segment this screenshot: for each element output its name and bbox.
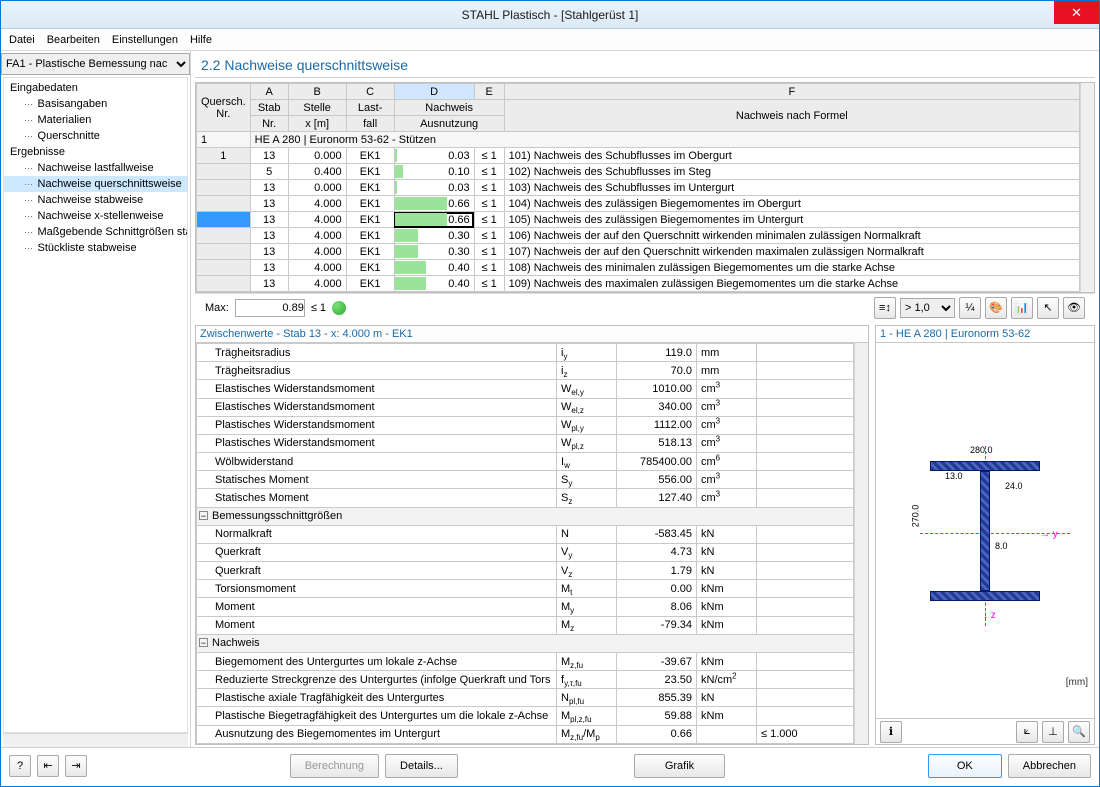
tree-item[interactable]: Stückliste stabweise — [4, 240, 187, 256]
detail-row[interactable]: QuerkraftVy4.73kN — [197, 543, 854, 561]
menu-help[interactable]: Hilfe — [190, 34, 212, 46]
detail-row[interactable]: Ausnutzung des Biegemomentes im Untergur… — [197, 725, 854, 743]
grid-row[interactable]: 1130.000EK10.03≤ 1101) Nachweis des Schu… — [197, 148, 1080, 164]
grid-row[interactable]: 134.000EK10.40≤ 1109) Nachweis des maxim… — [197, 276, 1080, 292]
footer-bar: ? ⇤ ⇥ Berechnung Details... Grafik OK Ab… — [1, 747, 1099, 783]
title-bar: STAHL Plastisch - [Stahlgerüst 1] ✕ — [1, 1, 1099, 29]
detail-row[interactable]: Elastisches WiderstandsmomentWel,z340.00… — [197, 398, 854, 416]
sort-button[interactable]: ≡↕ — [874, 297, 896, 319]
preview-canvas[interactable]: 280.0 270.0 13.0 24.0 8.0 → y ↓ z [mm] — [876, 343, 1094, 718]
info-button[interactable]: ℹ — [880, 721, 902, 743]
detail-row[interactable]: WölbwiderstandIw785400.00cm6 — [197, 453, 854, 471]
detail-panel: Zwischenwerte - Stab 13 - x: 4.000 m - E… — [195, 325, 869, 745]
calc-button[interactable]: Berechnung — [290, 754, 379, 778]
tree-item[interactable]: Materialien — [4, 112, 187, 128]
detail-row[interactable]: Plastische axiale Tragfähigkeit des Unte… — [197, 689, 854, 707]
detail-row[interactable]: Statisches MomentSz127.40cm3 — [197, 489, 854, 507]
grid-row[interactable]: 130.000EK10.03≤ 1103) Nachweis des Schub… — [197, 180, 1080, 196]
filter-select[interactable]: > 1,0 — [900, 298, 955, 318]
ok-button[interactable]: OK — [928, 754, 1002, 778]
detail-row[interactable]: Plastisches WiderstandsmomentWpl,z518.13… — [197, 434, 854, 452]
grid-row[interactable]: 134.000EK10.30≤ 1107) Nachweis der auf d… — [197, 244, 1080, 260]
detail-row[interactable]: MomentMy8.06kNm — [197, 598, 854, 616]
tree-group-input[interactable]: Eingabedaten — [4, 80, 187, 96]
sidebar: FA1 - Plastische Bemessung nac Eingabeda… — [1, 51, 191, 747]
tree-item[interactable]: Querschnitte — [4, 128, 187, 144]
menu-edit[interactable]: Bearbeiten — [47, 34, 100, 46]
tree-item[interactable]: Maßgebende Schnittgrößen sta — [4, 224, 187, 240]
detail-row[interactable]: −Bemessungsschnittgrößen — [197, 507, 854, 525]
sidebar-hscroll[interactable] — [3, 733, 188, 747]
detail-row[interactable]: Elastisches WiderstandsmomentWel,y1010.0… — [197, 380, 854, 398]
tree-item[interactable]: Nachweise x-stellenweise — [4, 208, 187, 224]
results-grid[interactable]: Quersch.Nr. A B C D E F Stab Stelle Last… — [195, 82, 1095, 293]
detail-row[interactable]: Biegemoment des Untergurtes um lokale z-… — [197, 652, 854, 670]
col-quersch: Quersch.Nr. — [197, 84, 251, 132]
preview-title: 1 - HE A 280 | Euronorm 53-62 — [876, 326, 1094, 343]
print-preview-button[interactable]: 🔍 — [1068, 721, 1090, 743]
detail-row[interactable]: Trägheitsradiusiz70.0mm — [197, 362, 854, 380]
h-section-drawing: 280.0 270.0 13.0 24.0 8.0 → y ↓ z — [910, 441, 1060, 621]
grid-row[interactable]: 134.000EK10.30≤ 1106) Nachweis der auf d… — [197, 228, 1080, 244]
detail-title: Zwischenwerte - Stab 13 - x: 4.000 m - E… — [196, 326, 868, 343]
toolbar-pick[interactable]: ↖ — [1037, 297, 1059, 319]
next-button[interactable]: ⇥ — [65, 755, 87, 777]
detail-row[interactable]: QuerkraftVz1.79kN — [197, 562, 854, 580]
max-compare: ≤ 1 — [311, 302, 326, 314]
detail-row[interactable]: TorsionsmomentMt0.00kNm — [197, 580, 854, 598]
nav-tree: Eingabedaten BasisangabenMaterialienQuer… — [3, 77, 188, 733]
prev-button[interactable]: ⇤ — [37, 755, 59, 777]
view3d-button-2[interactable]: ⊥ — [1042, 721, 1064, 743]
detail-vscroll[interactable] — [854, 343, 868, 744]
help-button[interactable]: ? — [9, 755, 31, 777]
tree-group-results[interactable]: Ergebnisse — [4, 144, 187, 160]
unit-label: [mm] — [1066, 677, 1088, 688]
section-preview: 1 - HE A 280 | Euronorm 53-62 280.0 270.… — [875, 325, 1095, 745]
section-title: 2.2 Nachweise querschnittsweise — [195, 53, 1095, 78]
tree-item[interactable]: Nachweise stabweise — [4, 192, 187, 208]
toolbar-export[interactable]: 📊 — [1011, 297, 1033, 319]
menu-settings[interactable]: Einstellungen — [112, 34, 178, 46]
menu-bar: Datei Bearbeiten Einstellungen Hilfe — [1, 29, 1099, 51]
detail-row[interactable]: NormalkraftN-583.45kN — [197, 525, 854, 543]
cancel-button[interactable]: Abbrechen — [1008, 754, 1091, 778]
grid-vscroll[interactable] — [1080, 83, 1094, 292]
tree-item[interactable]: Basisangaben — [4, 96, 187, 112]
view3d-button-1[interactable]: ⟀ — [1016, 721, 1038, 743]
toolbar-view[interactable]: 👁 — [1063, 297, 1085, 319]
grid-row[interactable]: 134.000EK10.66≤ 1104) Nachweis des zuläs… — [197, 196, 1080, 212]
grafik-button[interactable]: Grafik — [634, 754, 725, 778]
detail-row[interactable]: Reduzierte Streckgrenze des Untergurtes … — [197, 671, 854, 689]
detail-row[interactable]: Trägheitsradiusiy119.0mm — [197, 344, 854, 362]
max-value-input[interactable] — [235, 299, 305, 317]
detail-row[interactable]: Plastische Biegetragfähigkeit des Unterg… — [197, 707, 854, 725]
toolbar-btn-1[interactable]: ¼ — [959, 297, 981, 319]
tree-item[interactable]: Nachweise lastfallweise — [4, 160, 187, 176]
axis-y-label: → y — [1040, 529, 1058, 540]
max-label: Max: — [205, 302, 229, 314]
detail-row[interactable]: MomentMz-79.34kNm — [197, 616, 854, 634]
case-select[interactable]: FA1 - Plastische Bemessung nac — [1, 53, 190, 75]
grid-row[interactable]: 134.000EK10.66≤ 1105) Nachweis des zuläs… — [197, 212, 1080, 228]
window-title: STAHL Plastisch - [Stahlgerüst 1] — [462, 8, 639, 22]
max-summary-bar: Max: ≤ 1 ≡↕ > 1,0 ¼ 🎨 📊 ↖ 👁 — [195, 293, 1095, 321]
detail-row[interactable]: −Nachweis — [197, 634, 854, 652]
tree-item[interactable]: Nachweise querschnittsweise — [4, 176, 187, 192]
close-button[interactable]: ✕ — [1054, 1, 1099, 24]
status-ok-icon — [332, 301, 346, 315]
grid-row[interactable]: 134.000EK10.40≤ 1108) Nachweis des minim… — [197, 260, 1080, 276]
axis-z-label: ↓ z — [983, 610, 996, 621]
grid-row[interactable]: 50.400EK10.10≤ 1102) Nachweis des Schubf… — [197, 164, 1080, 180]
toolbar-btn-2[interactable]: 🎨 — [985, 297, 1007, 319]
details-button[interactable]: Details... — [385, 754, 458, 778]
menu-file[interactable]: Datei — [9, 34, 35, 46]
detail-row[interactable]: Plastisches WiderstandsmomentWpl,y1112.0… — [197, 416, 854, 434]
detail-row[interactable]: Statisches MomentSy556.00cm3 — [197, 471, 854, 489]
